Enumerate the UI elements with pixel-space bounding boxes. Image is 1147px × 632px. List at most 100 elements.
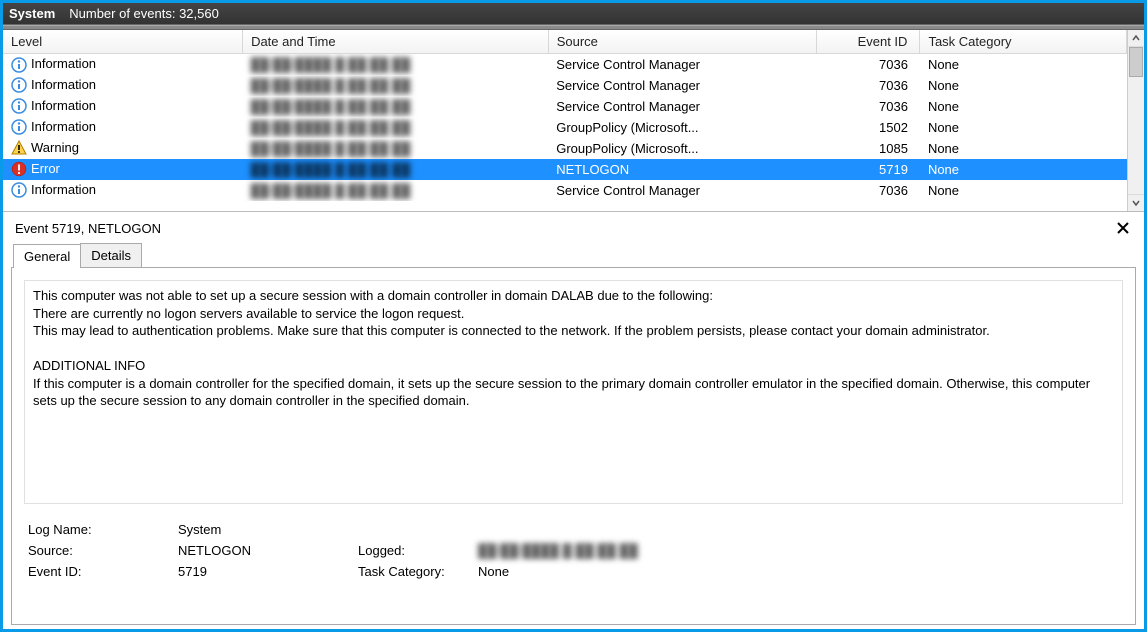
cell-datetime: ██/██/████ █:██:██ ██: [243, 117, 549, 138]
col-taskcat[interactable]: Task Category: [920, 30, 1127, 54]
cell-eventid: 5719: [817, 159, 920, 180]
level-text: Information: [31, 182, 96, 197]
log-header: System Number of events: 32,560: [3, 3, 1144, 25]
cell-level: Information: [3, 117, 243, 138]
close-icon: [1117, 222, 1129, 234]
event-properties-grid: Log Name: System Source: NETLOGON Logged…: [24, 522, 1123, 579]
cell-taskcat: None: [920, 54, 1127, 75]
level-text: Error: [31, 161, 60, 176]
level-text: Information: [31, 56, 96, 71]
vertical-scrollbar[interactable]: [1127, 30, 1144, 211]
cell-level: Information: [3, 180, 243, 201]
cell-taskcat: None: [920, 96, 1127, 117]
table-row[interactable]: Information ██/██/████ █:██:██ ██Service …: [3, 96, 1127, 117]
col-source[interactable]: Source: [548, 30, 816, 54]
cell-eventid: 7036: [817, 180, 920, 201]
logged-label: Logged:: [358, 543, 478, 558]
col-level[interactable]: Level: [3, 30, 243, 54]
event-list-pane: Level Date and Time Source Event ID Task…: [3, 30, 1144, 212]
table-row[interactable]: Information ██/██/████ █:██:██ ██Service …: [3, 75, 1127, 96]
event-count: Number of events: 32,560: [69, 6, 219, 21]
cell-source: Service Control Manager: [548, 75, 816, 96]
warn-icon: [11, 140, 27, 156]
scroll-down-button[interactable]: [1128, 194, 1144, 211]
cell-source: Service Control Manager: [548, 96, 816, 117]
tab-details[interactable]: Details: [80, 243, 142, 267]
message-line: There are currently no logon servers ava…: [33, 305, 1114, 323]
scroll-up-button[interactable]: [1128, 30, 1144, 47]
info-icon: [11, 98, 27, 114]
message-line: ADDITIONAL INFO: [33, 357, 1114, 375]
cell-datetime: ██/██/████ █:██:██ ██: [243, 180, 549, 201]
col-eventid[interactable]: Event ID: [817, 30, 920, 54]
cell-eventid: 1085: [817, 138, 920, 159]
info-icon: [11, 77, 27, 93]
cell-eventid: 7036: [817, 75, 920, 96]
cell-eventid: 1502: [817, 117, 920, 138]
cell-taskcat: None: [920, 138, 1127, 159]
cell-level: Warning: [3, 138, 243, 159]
cell-eventid: 7036: [817, 96, 920, 117]
event-message: This computer was not able to set up a s…: [24, 280, 1123, 504]
level-text: Information: [31, 119, 96, 134]
level-text: Information: [31, 77, 96, 92]
cell-taskcat: None: [920, 75, 1127, 96]
empty-cell: [358, 522, 478, 537]
cell-datetime: ██/██/████ █:██:██ ██: [243, 54, 549, 75]
cell-source: GroupPolicy (Microsoft...: [548, 138, 816, 159]
source-value: NETLOGON: [178, 543, 358, 558]
logged-value: ██/██/████ █:██:██ ██: [478, 543, 1123, 558]
level-text: Information: [31, 98, 96, 113]
chevron-up-icon: [1132, 34, 1140, 42]
close-button[interactable]: [1114, 219, 1132, 237]
column-header-row[interactable]: Level Date and Time Source Event ID Task…: [3, 30, 1127, 54]
message-line: If this computer is a domain controller …: [33, 375, 1114, 410]
cell-level: Information: [3, 96, 243, 117]
detail-body: This computer was not able to set up a s…: [11, 267, 1136, 625]
cell-eventid: 7036: [817, 54, 920, 75]
log-name-value: System: [178, 522, 358, 537]
tab-strip: General Details: [3, 243, 1144, 267]
taskcat-label: Task Category:: [358, 564, 478, 579]
cell-source: Service Control Manager: [548, 180, 816, 201]
eventid-value: 5719: [178, 564, 358, 579]
event-detail-pane: Event 5719, NETLOGON General Details Thi…: [3, 212, 1144, 625]
cell-taskcat: None: [920, 180, 1127, 201]
table-row[interactable]: Information ██/██/████ █:██:██ ██GroupPol…: [3, 117, 1127, 138]
table-row[interactable]: Information ██/██/████ █:██:██ ██Service …: [3, 54, 1127, 75]
cell-level: Error: [3, 159, 243, 180]
level-text: Warning: [31, 140, 79, 155]
source-label: Source:: [28, 543, 178, 558]
cell-level: Information: [3, 75, 243, 96]
taskcat-value: None: [478, 564, 1123, 579]
message-line: This computer was not able to set up a s…: [33, 287, 1114, 305]
chevron-down-icon: [1132, 199, 1140, 207]
cell-datetime: ██/██/████ █:██:██ ██: [243, 159, 549, 180]
cell-taskcat: None: [920, 117, 1127, 138]
cell-source: GroupPolicy (Microsoft...: [548, 117, 816, 138]
cell-datetime: ██/██/████ █:██:██ ██: [243, 75, 549, 96]
table-row[interactable]: Error ██/██/████ █:██:██ ██NETLOGON5719No…: [3, 159, 1127, 180]
cell-level: Information: [3, 54, 243, 75]
cell-source: Service Control Manager: [548, 54, 816, 75]
message-line: This may lead to authentication problems…: [33, 322, 1114, 340]
empty-cell: [478, 522, 1123, 537]
cell-datetime: ██/██/████ █:██:██ ██: [243, 96, 549, 117]
log-name: System: [9, 6, 55, 21]
info-icon: [11, 57, 27, 73]
tab-general[interactable]: General: [13, 244, 81, 268]
detail-title: Event 5719, NETLOGON: [15, 221, 161, 236]
cell-datetime: ██/██/████ █:██:██ ██: [243, 138, 549, 159]
info-icon: [11, 119, 27, 135]
message-line: [33, 340, 1114, 358]
info-icon: [11, 182, 27, 198]
event-table[interactable]: Level Date and Time Source Event ID Task…: [3, 30, 1127, 201]
scrollbar-thumb[interactable]: [1129, 47, 1143, 77]
table-row[interactable]: Warning ██/██/████ █:██:██ ██GroupPolicy …: [3, 138, 1127, 159]
cell-taskcat: None: [920, 159, 1127, 180]
table-row[interactable]: Information ██/██/████ █:██:██ ██Service …: [3, 180, 1127, 201]
eventid-label: Event ID:: [28, 564, 178, 579]
error-icon: [11, 161, 27, 177]
col-datetime[interactable]: Date and Time: [243, 30, 549, 54]
cell-source: NETLOGON: [548, 159, 816, 180]
